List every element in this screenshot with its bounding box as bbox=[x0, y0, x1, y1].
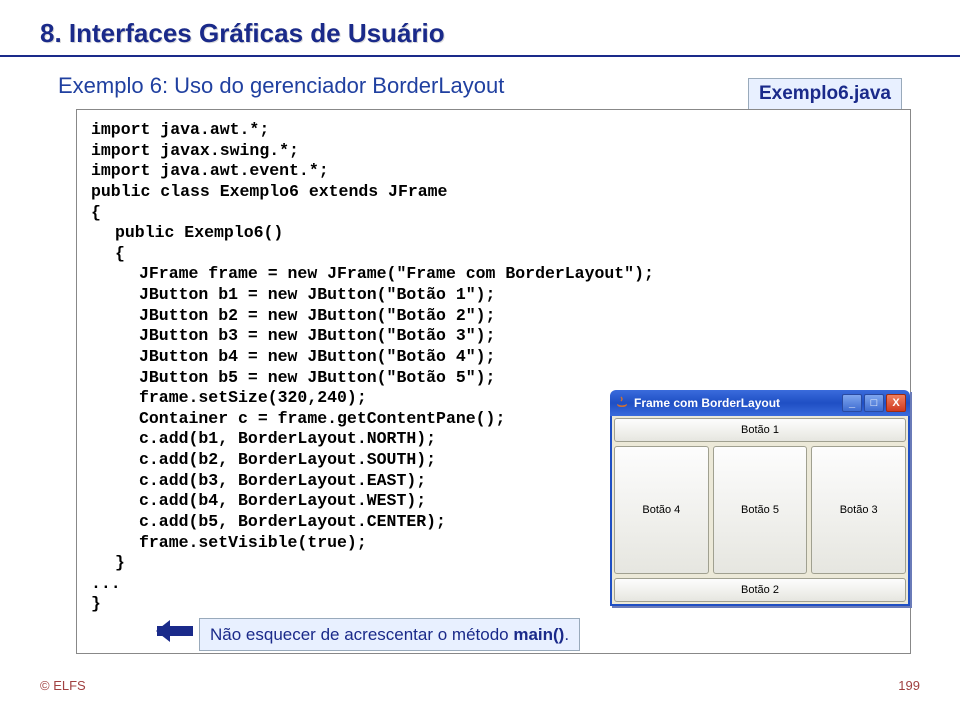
footer-copyright: © ELFS bbox=[40, 678, 86, 693]
code-line: import javax.swing.*; bbox=[91, 141, 896, 162]
east-button[interactable]: Botão 3 bbox=[811, 446, 906, 574]
section-heading: 8. Interfaces Gráficas de Usuário bbox=[40, 18, 920, 49]
code-line: { bbox=[91, 244, 896, 265]
minimize-button[interactable]: _ bbox=[842, 394, 862, 412]
west-button[interactable]: Botão 4 bbox=[614, 446, 709, 574]
window-body: Botão 1 Botão 4 Botão 5 Botão 3 Botão 2 bbox=[610, 416, 910, 606]
code-line: JButton b3 = new JButton("Botão 3"); bbox=[91, 326, 896, 347]
heading-rule bbox=[0, 55, 960, 57]
center-row: Botão 4 Botão 5 Botão 3 bbox=[612, 444, 908, 576]
note-text: Não esquecer de acrescentar o método bbox=[210, 625, 513, 644]
south-button[interactable]: Botão 2 bbox=[614, 578, 906, 602]
code-line: { bbox=[91, 203, 896, 224]
note-arrow-icon bbox=[157, 626, 193, 636]
center-button[interactable]: Botão 5 bbox=[713, 446, 808, 574]
page-number: 199 bbox=[898, 678, 920, 693]
note-suffix: . bbox=[564, 625, 569, 644]
slide: 8. Interfaces Gráficas de Usuário Exempl… bbox=[0, 0, 960, 707]
code-line: JButton b2 = new JButton("Botão 2"); bbox=[91, 306, 896, 327]
code-line: JButton b1 = new JButton("Botão 1"); bbox=[91, 285, 896, 306]
code-line: public Exemplo6() bbox=[91, 223, 896, 244]
note-bold: main() bbox=[513, 625, 564, 644]
note-box: Não esquecer de acrescentar o método mai… bbox=[199, 618, 580, 651]
close-button[interactable]: X bbox=[886, 394, 906, 412]
code-line: import java.awt.event.*; bbox=[91, 161, 896, 182]
code-line: import java.awt.*; bbox=[91, 120, 896, 141]
window-control-buttons: _ □ X bbox=[842, 394, 906, 412]
code-line: public class Exemplo6 extends JFrame bbox=[91, 182, 896, 203]
code-line: JButton b4 = new JButton("Botão 4"); bbox=[91, 347, 896, 368]
code-line: JFrame frame = new JFrame("Frame com Bor… bbox=[91, 264, 896, 285]
maximize-button[interactable]: □ bbox=[864, 394, 884, 412]
north-button[interactable]: Botão 1 bbox=[614, 418, 906, 442]
window-titlebar[interactable]: Frame com BorderLayout _ □ X bbox=[610, 390, 910, 416]
code-line: JButton b5 = new JButton("Botão 5"); bbox=[91, 368, 896, 389]
window-title: Frame com BorderLayout bbox=[634, 396, 842, 410]
java-cup-icon bbox=[614, 395, 630, 411]
source-file-tag: Exemplo6.java bbox=[748, 78, 902, 110]
swing-window-mock: Frame com BorderLayout _ □ X Botão 1 Bot… bbox=[610, 390, 910, 606]
